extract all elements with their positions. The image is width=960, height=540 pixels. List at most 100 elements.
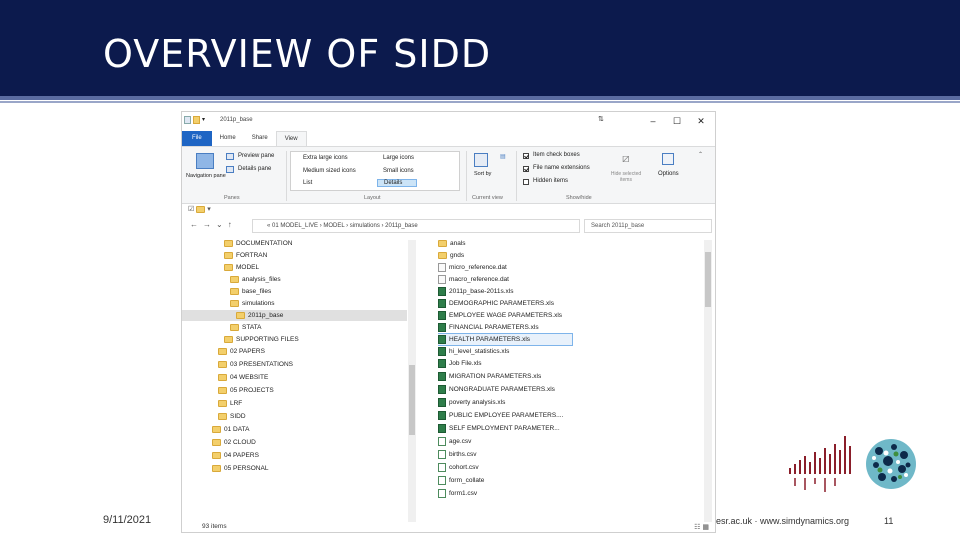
tree-item[interactable]: LRF — [218, 398, 242, 409]
item-check-boxes-checkbox[interactable] — [523, 153, 529, 159]
file-list-scrollbar[interactable] — [704, 240, 712, 522]
list-item[interactable]: macro_reference.dat — [438, 274, 509, 285]
address-bar[interactable]: « 01 MODEL_LIVE › MODEL › simulations › … — [252, 219, 580, 233]
dropdown-icon[interactable]: ▾ — [202, 116, 209, 124]
list-item[interactable]: cohort.csv — [438, 462, 479, 473]
tab-share[interactable]: Share — [244, 131, 276, 146]
forward-arrow-icon[interactable]: → — [203, 220, 216, 229]
excel-file-icon — [438, 371, 446, 381]
tab-view[interactable]: View — [275, 131, 307, 146]
group-by-icon[interactable] — [474, 153, 488, 167]
hide-selected-button[interactable]: Hide selected items — [606, 171, 646, 183]
collapse-ribbon-icon[interactable]: ⌃ — [698, 151, 703, 158]
tree-item[interactable]: STATA — [230, 322, 262, 333]
tree-item[interactable]: MODEL — [224, 262, 259, 273]
folder-icon — [218, 347, 227, 355]
excel-file-icon — [438, 384, 446, 394]
file-name-extensions-checkbox[interactable] — [523, 166, 529, 172]
navigation-arrows[interactable]: ←→⌄↑ — [190, 220, 237, 229]
layout-option[interactable]: List — [303, 180, 312, 186]
tree-item-selected[interactable]: 2011p_base — [182, 310, 407, 321]
layout-option[interactable]: Large icons — [383, 155, 414, 161]
tree-item[interactable]: 05 PERSONAL — [212, 463, 268, 474]
preview-pane-icon — [226, 153, 234, 160]
list-item[interactable]: SELF EMPLOYMENT PARAMETER... — [438, 423, 560, 434]
folder-icon — [230, 275, 239, 283]
list-item[interactable]: births.csv — [438, 449, 476, 460]
folder-icon[interactable] — [193, 116, 200, 124]
preview-pane-button[interactable]: Preview pane — [238, 153, 274, 159]
status-bar: 93 items ☷ ▦ — [182, 522, 715, 532]
list-item[interactable]: 2011p_base-2011s.xls — [438, 286, 513, 297]
list-item-selected[interactable]: HEALTH PARAMETERS.xls — [438, 333, 573, 346]
tree-item[interactable]: 02 CLOUD — [212, 437, 256, 448]
folder-icon — [224, 251, 233, 259]
list-item[interactable]: NONGRADUATE PARAMETERS.xls — [438, 384, 555, 395]
tree-item[interactable]: simulations — [230, 298, 275, 309]
layout-option[interactable]: Extra large icons — [303, 155, 348, 161]
tree-item[interactable]: SUPPORTING FILES — [224, 334, 299, 345]
list-item[interactable]: form1.csv — [438, 488, 477, 499]
list-item[interactable]: EMPLOYEE WAGE PARAMETERS.xls — [438, 310, 562, 321]
restore-down-icon[interactable]: ⇅ — [598, 115, 604, 123]
list-item[interactable]: poverty analysis.xls — [438, 397, 505, 408]
dropdown-icon[interactable]: ▾ — [207, 206, 211, 213]
tree-item[interactable]: SIDD — [218, 411, 246, 422]
navigation-pane-button[interactable]: Navigation pane — [186, 173, 226, 179]
back-arrow-icon[interactable]: ← — [190, 220, 203, 229]
tab-home[interactable]: Home — [212, 131, 244, 146]
tree-item[interactable]: 05 PROJECTS — [218, 385, 274, 396]
search-input[interactable]: Search 2011p_base — [584, 219, 712, 233]
close-button[interactable]: ✕ — [689, 114, 713, 128]
details-pane-button[interactable]: Details pane — [238, 166, 271, 172]
minimize-button[interactable]: – — [641, 114, 665, 128]
list-item[interactable]: DEMOGRAPHIC PARAMETERS.xls — [438, 298, 554, 309]
view-options-icon[interactable]: ▤ — [500, 153, 506, 160]
title-divider — [0, 96, 960, 100]
list-item[interactable]: age.csv — [438, 436, 471, 447]
file-list-scrollbar-thumb[interactable] — [705, 252, 711, 307]
globe-network-logo — [866, 439, 916, 489]
tree-item[interactable]: 02 PAPERS — [218, 346, 265, 357]
list-item[interactable]: PUBLIC EMPLOYEE PARAMETERS.... — [438, 410, 563, 421]
window-titlebar: ▾ 2011p_base ⇅ – ☐ ✕ — [182, 112, 715, 131]
tree-item[interactable]: DOCUMENTATION — [224, 238, 292, 249]
checkbox-icon[interactable]: ☑ — [188, 206, 194, 213]
tree-item[interactable]: 01 DATA — [212, 424, 249, 435]
tree-item[interactable]: 04 PAPERS — [212, 450, 259, 461]
list-item[interactable]: anals — [438, 238, 466, 249]
list-item[interactable]: MIGRATION PARAMETERS.xls — [438, 371, 541, 382]
layout-option-selected[interactable]: Details — [377, 179, 418, 187]
folder-icon[interactable] — [196, 205, 206, 213]
properties-icon[interactable] — [184, 116, 191, 124]
sort-by-button[interactable]: Sort by — [474, 171, 491, 177]
list-item[interactable]: Job File.xls — [438, 358, 482, 369]
options-button[interactable]: Options — [658, 171, 679, 177]
layout-option[interactable]: Medium sized icons — [303, 168, 356, 174]
tree-item[interactable]: 04 WEBSITE — [218, 372, 268, 383]
recent-dropdown-icon[interactable]: ⌄ — [216, 220, 228, 229]
address-bar-row: ←→⌄↑ « 01 MODEL_LIVE › MODEL › simulatio… — [182, 217, 715, 235]
tree-item[interactable]: base_files — [230, 286, 271, 297]
tree-item[interactable]: FORTRAN — [224, 250, 267, 261]
list-item[interactable]: FINANCIAL PARAMETERS.xls — [438, 322, 539, 333]
folder-icon — [218, 399, 227, 407]
list-item[interactable]: gnds — [438, 250, 464, 261]
maximize-button[interactable]: ☐ — [665, 114, 689, 128]
up-arrow-icon[interactable]: ↑ — [228, 220, 237, 229]
tree-scrollbar[interactable] — [408, 240, 416, 522]
layout-option[interactable]: Small icons — [383, 168, 414, 174]
list-item[interactable]: hi_level_statistics.xls — [438, 346, 509, 357]
excel-file-icon — [438, 286, 446, 296]
tree-item[interactable]: 03 PRESENTATIONS — [218, 359, 293, 370]
csv-file-icon — [438, 436, 446, 446]
tree-scrollbar-thumb[interactable] — [409, 365, 415, 435]
view-toggle-icons[interactable]: ☷ ▦ — [694, 523, 709, 531]
list-item[interactable]: form_collate — [438, 475, 484, 486]
layout-group-label: Layout — [364, 195, 381, 201]
hidden-items-checkbox[interactable] — [523, 179, 529, 185]
tree-item[interactable]: analysis_files — [230, 274, 281, 285]
tab-file[interactable]: File — [182, 131, 212, 146]
list-item[interactable]: micro_reference.dat — [438, 262, 507, 273]
navigation-pane-icon[interactable] — [196, 153, 214, 169]
